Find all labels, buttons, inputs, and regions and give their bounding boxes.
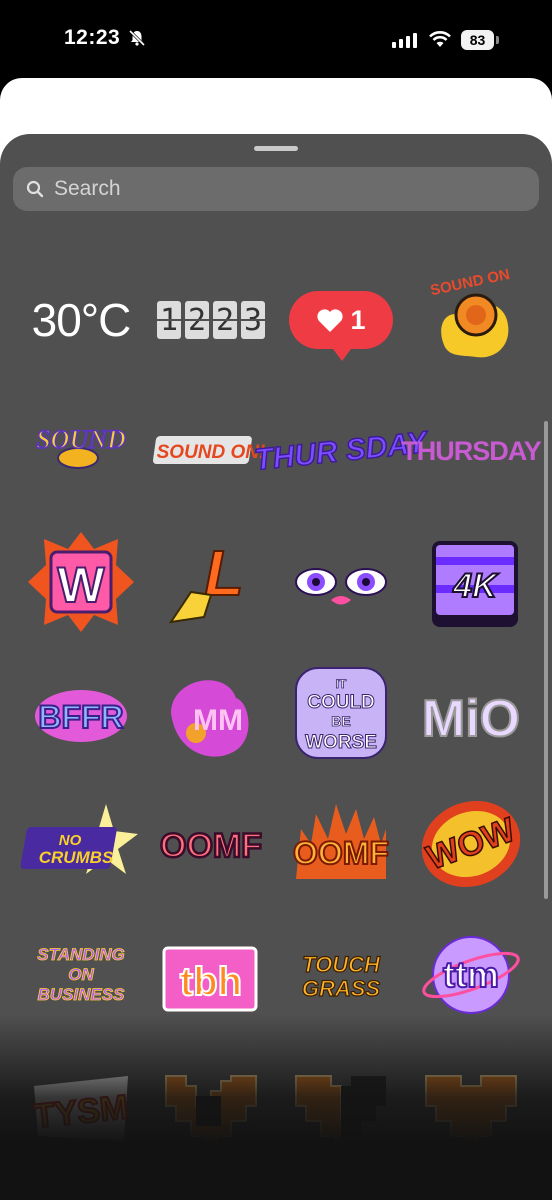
tysm-sticker[interactable]: TYSM (21, 1051, 141, 1161)
4k-tv-sticker[interactable]: 4K (411, 527, 531, 637)
sound-on-exclaim-text: SOUND ON! (157, 442, 266, 463)
like-count: 1 (350, 304, 366, 335)
ttm-globe-sticker[interactable]: ttm (411, 920, 531, 1030)
w-letter: W (57, 557, 105, 613)
clock-digit: 1 (157, 301, 181, 339)
eyes-sticker[interactable] (281, 527, 401, 637)
tbh-sticker[interactable]: tbh (151, 920, 271, 1030)
oomf-pink-text: OOMF (160, 827, 262, 865)
sticker-grid: 30°C 1 2 2 3 1 SOUND ON SOUND SOUND ON! … (0, 134, 552, 1200)
icbw-line-2: COULD (307, 692, 375, 713)
clock-digit: 2 (185, 301, 209, 339)
thursday-bubble-sticker[interactable]: THUR SDAY (252, 396, 432, 506)
tbh-text: tbh (180, 960, 242, 1004)
temperature-sticker[interactable]: 30°C (21, 265, 141, 375)
oomf-fire-sticker[interactable]: OOMF (281, 789, 401, 899)
status-time: 12:23 (64, 26, 121, 49)
like-count-sticker[interactable]: 1 (281, 265, 401, 375)
sound-bowl-sticker[interactable]: SOUND (21, 396, 141, 506)
touch-grass-line-2: GRASS (302, 976, 381, 1001)
oomf-pink-sticker[interactable]: OOMF (151, 789, 271, 899)
battery-indicator: 83 (461, 30, 499, 50)
icbw-line-1: IT (336, 677, 347, 691)
bffr-sticker[interactable]: BFFR (21, 658, 141, 768)
no-crumbs-line-1: NO (59, 832, 82, 849)
oomf-fire-text: OOMF (293, 835, 389, 871)
ttm-text: ttm (443, 954, 499, 995)
mm-balloon-sticker[interactable]: MM (151, 658, 271, 768)
sob-line-3: BUSINESS (38, 985, 126, 1004)
bffr-text: BFFR (38, 699, 123, 735)
mio-sticker[interactable]: MiO (411, 658, 531, 768)
sticker-sheet[interactable]: 30°C 1 2 2 3 1 SOUND ON (0, 134, 552, 1200)
sob-line-2: ON (68, 965, 94, 984)
wow-sticker[interactable]: WOW (411, 789, 531, 899)
clock-digit: 3 (241, 301, 265, 339)
touch-grass-sticker[interactable]: TOUCH GRASS (281, 920, 401, 1030)
heart-icon (317, 309, 344, 332)
icbw-line-3: BE (331, 713, 350, 729)
status-bar: 12:23 83 (0, 0, 552, 80)
w-sticker[interactable]: W (21, 527, 141, 637)
no-crumbs-line-2: CRUMBS (39, 848, 114, 867)
icbw-line-4: WORSE (305, 732, 377, 753)
cellular-signal-icon (392, 32, 417, 48)
scrollbar[interactable] (544, 421, 548, 899)
thursday-text: THURSDAY (401, 435, 542, 466)
sound-on-hand-sticker[interactable]: SOUND ON (411, 265, 531, 375)
wifi-icon (429, 31, 451, 47)
temperature-text: 30°C (31, 294, 132, 346)
4k-text: 4K (452, 567, 499, 605)
pixel-heart-full-sticker[interactable] (411, 1051, 531, 1161)
thursday-text-sticker[interactable]: THURSDAY (401, 396, 542, 506)
l-hand-sticker[interactable]: L (151, 527, 271, 637)
pixel-heart-half-sticker[interactable] (281, 1051, 401, 1161)
pixel-heart-outline-sticker[interactable] (151, 1051, 271, 1161)
mm-text: MM (193, 704, 243, 737)
time-sticker[interactable]: 1 2 2 3 (151, 265, 271, 375)
sound-on-text: SOUND ON (429, 266, 512, 299)
no-crumbs-sticker[interactable]: NO CRUMBS (20, 789, 141, 899)
standing-on-business-sticker[interactable]: STANDING ON BUSINESS (21, 920, 141, 1030)
touch-grass-line-1: TOUCH (302, 952, 381, 977)
mio-text: MiO (422, 690, 520, 748)
it-could-be-worse-sticker[interactable]: IT COULD BE WORSE (281, 658, 401, 768)
sob-line-1: STANDING (37, 945, 125, 964)
clock-digit: 2 (213, 301, 237, 339)
sound-text: SOUND (36, 425, 126, 454)
silent-bell-icon (128, 29, 146, 47)
